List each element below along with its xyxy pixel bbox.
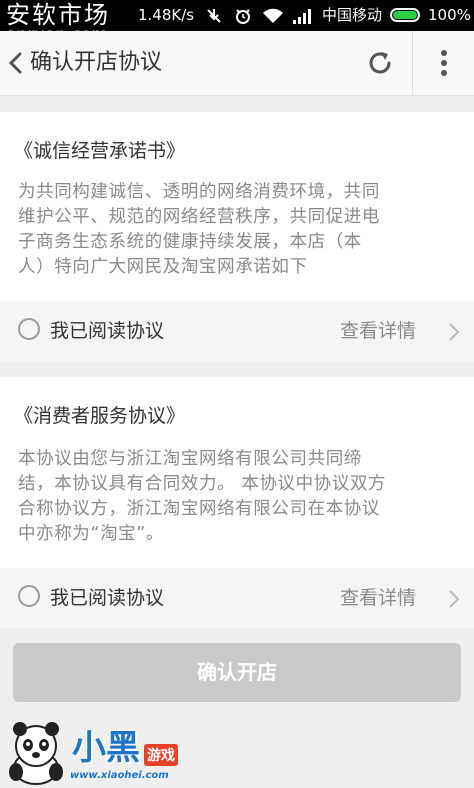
agreement-card: 《诚信经营承诺书》 为共同构建诚信、透明的网络消费环境，共同 维护公平、规范的网… bbox=[0, 112, 474, 301]
network-speed: 1.48K/s bbox=[138, 6, 195, 24]
alarm-icon bbox=[234, 7, 252, 29]
logo-tag: 游戏 bbox=[144, 744, 178, 766]
logo-brand-text: 小黑 bbox=[72, 728, 140, 768]
agreement-summary-line: 子商务生态系统的健康持续发展，本店（本 bbox=[18, 232, 362, 252]
read-confirm-row: 我已阅读协议 查看详情 bbox=[0, 301, 474, 361]
agreement-summary-line: 本协议由您与浙江淘宝网络有限公司共同缔 bbox=[18, 449, 362, 469]
view-details-link[interactable]: 查看详情 bbox=[340, 301, 416, 361]
back-button[interactable] bbox=[0, 31, 34, 95]
refresh-button[interactable] bbox=[356, 31, 406, 95]
wifi-icon bbox=[262, 7, 284, 29]
agreement-summary-line: 中亦称为“淘宝”。 bbox=[18, 524, 165, 544]
read-confirm-row: 我已阅读协议 查看详情 bbox=[0, 568, 474, 628]
agreement-title: 《诚信经营承诺书》 bbox=[14, 140, 186, 162]
battery-icon bbox=[390, 8, 420, 22]
chevron-right-icon bbox=[449, 323, 460, 341]
agreement-summary-line: 为共同构建诚信、透明的网络消费环境，共同 bbox=[18, 182, 380, 202]
usb-debug-icon bbox=[205, 7, 223, 29]
agreement-summary: 本协议由您与浙江淘宝网络有限公司共同缔 结，本协议具有合同效力。 本协议中协议双… bbox=[18, 447, 466, 547]
xiaohei-logo: 小黑 游戏 www.xiaohei.com bbox=[0, 716, 200, 788]
view-details-link[interactable]: 查看详情 bbox=[340, 568, 416, 628]
agreement-title: 《消费者服务协议》 bbox=[14, 405, 186, 427]
agreement-summary-line: 结，本协议具有合同效力。 本协议中协议双方 bbox=[18, 474, 387, 494]
agreement-summary-line: 维护公平、规范的网络经营秩序，共同促进电 bbox=[18, 207, 380, 227]
signal-icon bbox=[292, 7, 314, 29]
read-radio[interactable] bbox=[18, 585, 40, 607]
more-vertical-icon bbox=[441, 50, 447, 76]
confirm-open-shop-button[interactable]: 确认开店 bbox=[13, 643, 461, 702]
battery-percent: 100% bbox=[428, 6, 471, 24]
agreement-summary: 为共同构建诚信、透明的网络消费环境，共同 维护公平、规范的网络经营秩序，共同促进… bbox=[18, 180, 466, 280]
logo-url: www.xiaohei.com bbox=[70, 770, 169, 781]
header-divider bbox=[412, 31, 413, 95]
page-title: 确认开店协议 bbox=[30, 50, 163, 75]
chevron-right-icon bbox=[449, 590, 460, 608]
app-header: 确认开店协议 bbox=[0, 31, 474, 96]
read-label[interactable]: 我已阅读协议 bbox=[50, 301, 164, 361]
panda-mascot-icon bbox=[9, 722, 63, 785]
agreement-summary-line: 人）特向广大网民及淘宝网承诺如下 bbox=[18, 257, 308, 277]
refresh-icon bbox=[369, 52, 391, 74]
more-options-button[interactable] bbox=[418, 31, 470, 95]
agreement-card: 《消费者服务协议》 本协议由您与浙江淘宝网络有限公司共同缔 结，本协议具有合同效… bbox=[0, 377, 474, 568]
read-radio[interactable] bbox=[18, 318, 40, 340]
read-label[interactable]: 我已阅读协议 bbox=[50, 568, 164, 628]
carrier-name: 中国移动 bbox=[322, 6, 383, 24]
back-arrow-icon bbox=[8, 52, 22, 74]
agreement-summary-line: 合称协议方，浙江淘宝网络有限公司在本协议 bbox=[18, 499, 380, 519]
